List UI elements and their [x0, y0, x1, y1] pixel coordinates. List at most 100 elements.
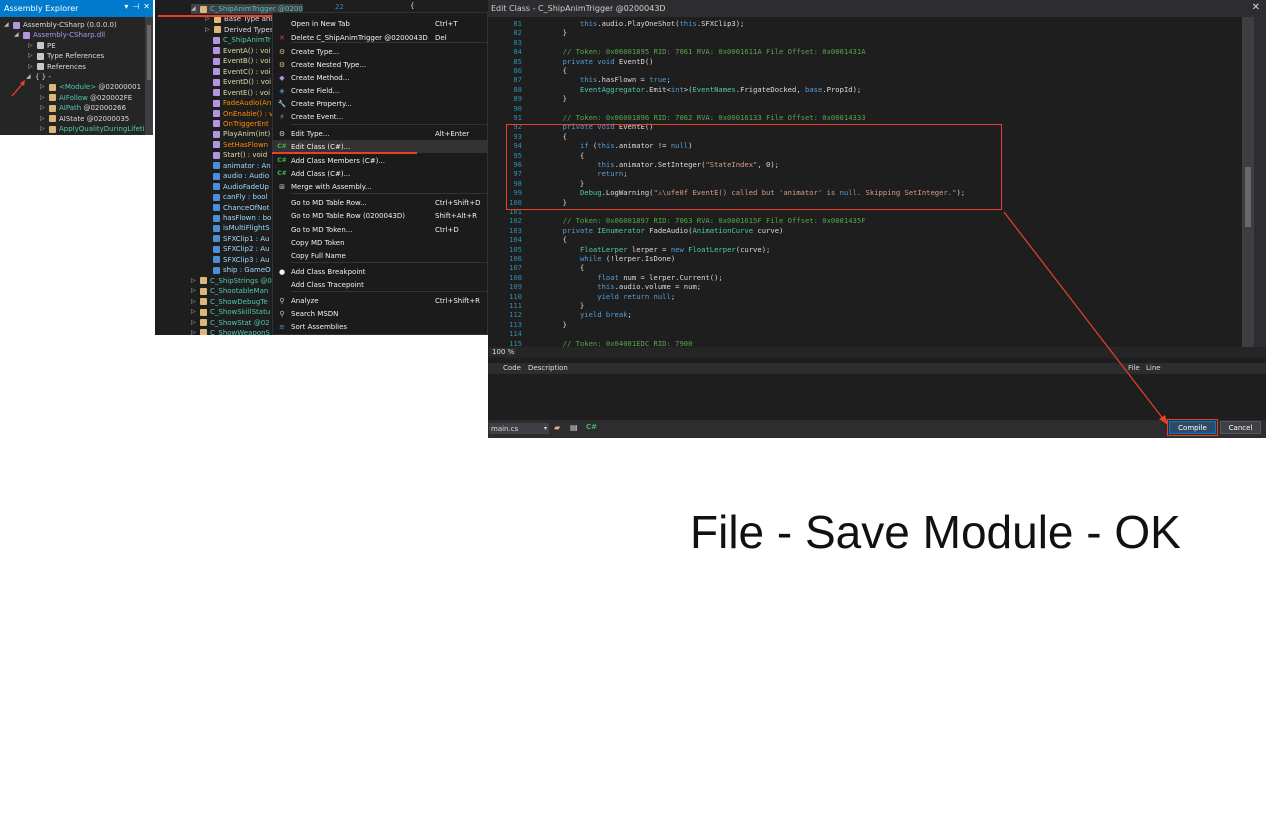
tree-item[interactable]: OnTriggerEnt	[213, 119, 269, 129]
tree-item[interactable]: audio : Audio	[213, 171, 269, 181]
menu-item[interactable]: Copy Full Name	[273, 249, 487, 262]
tree-item[interactable]: Start() : void	[213, 150, 267, 160]
tree-item[interactable]: ▷ C_ShootableMan	[191, 286, 268, 296]
expand-icon[interactable]: ▷	[191, 318, 197, 328]
tree-item[interactable]: ▷ C_ShowSkillStatu	[191, 307, 270, 317]
tree-item[interactable]: ▷ AIState @02000035	[40, 114, 129, 124]
tree-item[interactable]: ◢ Assembly-CSharp (0.0.0.0)	[4, 20, 117, 30]
tree-item[interactable]: ▷ AIPath @02000266	[40, 103, 126, 113]
tree-item[interactable]: SetHasFlown	[213, 140, 268, 150]
tree-item[interactable]: EventE() : voi	[213, 88, 270, 98]
menu-item[interactable]: ⚲ Search MSDN	[273, 307, 487, 320]
tree-item[interactable]: EventA() : voi	[213, 46, 270, 56]
tree-item[interactable]: ▷ References	[28, 62, 86, 72]
code-text: yield break;	[579, 310, 632, 320]
tree-item[interactable]: PlayAnim(int)	[213, 129, 270, 139]
tree-item[interactable]: SFXClip1 : Au	[213, 234, 269, 244]
tree-item[interactable]: ship : GameO	[213, 265, 271, 275]
expand-collapse-icon[interactable]: ◢	[14, 30, 20, 40]
column-line[interactable]: Line	[1146, 364, 1161, 372]
expand-icon[interactable]: ▷	[191, 307, 197, 317]
menu-item[interactable]: ⚙ Create Nested Type...	[273, 58, 487, 71]
tree-item[interactable]: ▷ C_ShowStat @02	[191, 318, 270, 328]
open-folder-icon[interactable]: ▰	[554, 423, 560, 432]
pin-icon[interactable]: ⊣	[132, 2, 139, 11]
menu-item[interactable]: 🔧 Create Property...	[273, 97, 487, 110]
expand-icon[interactable]: ◢	[191, 4, 197, 14]
menu-item[interactable]: ◈ Create Field...	[273, 84, 487, 97]
expand-collapse-icon[interactable]: ◢	[4, 20, 10, 30]
tree-item[interactable]: ChanceOfNot	[213, 203, 269, 213]
zoom-level[interactable]: 100 %	[490, 348, 517, 356]
expand-icon[interactable]: ▷	[40, 114, 46, 124]
menu-item[interactable]: ≡ Sort Assemblies	[273, 320, 487, 333]
cancel-button[interactable]: Cancel	[1220, 421, 1261, 434]
expand-icon[interactable]: ▷	[191, 328, 197, 335]
menu-item[interactable]: C# Add Class Members (C#)...	[273, 154, 487, 167]
menu-item[interactable]: ◆ Create Method...	[273, 71, 487, 84]
tree-item[interactable]: ▷ C_ShowDebugTe	[191, 297, 268, 307]
tree-item[interactable]: SFXClip2 : Au	[213, 244, 269, 254]
expand-icon[interactable]: ▷	[28, 41, 34, 51]
menu-item[interactable]: Copy MD Token	[273, 236, 487, 249]
column-code[interactable]: Code	[503, 364, 521, 372]
code-text: private IEnumerator FadeAudio(AnimationC…	[562, 225, 784, 235]
csharp-icon[interactable]: C#	[586, 423, 597, 431]
tree-item[interactable]: ◢ Assembly-CSharp.dll	[14, 30, 105, 40]
expand-icon[interactable]: ▷	[40, 124, 46, 134]
tree-item[interactable]: ▷ PE	[28, 41, 56, 51]
menu-item[interactable]: Go to MD Table Row... Ctrl+Shift+D	[273, 196, 487, 209]
tree-item[interactable]: ▷ C_ShowWeaponS	[191, 328, 270, 335]
expand-icon[interactable]: ▷	[191, 276, 197, 286]
tree-item[interactable]: OnEnable() : v	[213, 109, 273, 119]
chevron-down-icon: ▾	[543, 425, 547, 432]
expand-icon[interactable]: ▷	[28, 51, 34, 61]
scrollbar[interactable]	[145, 17, 153, 135]
tree-item[interactable]: ▷ Type References	[28, 51, 104, 61]
expand-icon[interactable]: ▷	[191, 286, 197, 296]
tree-item[interactable]: ▷ C_ShipStrings @0	[191, 276, 272, 286]
tree-item[interactable]: ▷ ApplyQualityDuringLifetim	[40, 124, 151, 134]
menu-item[interactable]: Go to MD Token... Ctrl+D	[273, 223, 487, 236]
tree-item[interactable]: FadeAudio(An	[213, 98, 271, 108]
menu-item[interactable]: ⚙ Create Type...	[273, 45, 487, 58]
column-file[interactable]: File	[1128, 364, 1140, 372]
tree-item[interactable]: ◢{ } -	[26, 72, 51, 82]
expand-icon[interactable]: ▷	[40, 103, 46, 113]
menu-item[interactable]: ⊞ Merge with Assembly...	[273, 180, 487, 193]
expand-icon[interactable]: ▷	[191, 297, 197, 307]
close-icon[interactable]: ✕	[143, 2, 150, 11]
menu-item[interactable]: ● Add Class Breakpoint	[273, 265, 487, 278]
vertical-scrollbar[interactable]	[1242, 17, 1254, 347]
tree-item[interactable]: hasFlown : bo	[213, 213, 271, 223]
tree-item[interactable]: ▷ Derived Types	[205, 25, 273, 35]
tree-item[interactable]: EventD() : voi	[213, 77, 271, 87]
tree-item[interactable]: isMultiFlightS	[213, 223, 270, 233]
chevron-down-icon[interactable]: ▾	[124, 2, 128, 11]
tree-item[interactable]: ▷ <Module> @02000001	[40, 82, 141, 92]
menu-item[interactable]: ⚲ Analyze Ctrl+Shift+R	[273, 294, 487, 307]
expand-icon[interactable]: ▷	[28, 62, 34, 72]
menu-item[interactable]: ⚙ Edit Type... Alt+Enter	[273, 127, 487, 140]
menu-item[interactable]: Add Class Tracepoint	[273, 278, 487, 291]
tree-item[interactable]: ▷ AIFollow @020002FE	[40, 93, 132, 103]
menu-item[interactable]: ✕ Delete C_ShipAnimTrigger @0200043D Del	[273, 31, 487, 44]
close-icon[interactable]: ✕	[1252, 2, 1260, 13]
tree-item[interactable]: EventB() : voi	[213, 56, 271, 66]
tree-item[interactable]: AudioFadeUp	[213, 182, 269, 192]
expand-icon[interactable]: ▷	[40, 82, 46, 92]
column-description[interactable]: Description	[528, 364, 568, 372]
tree-item[interactable]: EventC() : voi	[213, 67, 271, 77]
tree-item[interactable]: animator : An	[213, 161, 271, 171]
file-select[interactable]: main.cs ▾	[489, 423, 549, 434]
menu-item[interactable]: Go to MD Table Row (0200043D) Shift+Alt+R	[273, 209, 487, 222]
tree-item[interactable]: C_ShipAnimTr	[213, 35, 271, 45]
menu-item[interactable]: ⚡ Create Event...	[273, 110, 487, 123]
expand-icon[interactable]: ▷	[205, 25, 211, 35]
tree-item[interactable]: canFly : bool	[213, 192, 267, 202]
tree-item[interactable]: SFXClip3 : Au	[213, 255, 269, 265]
menu-item[interactable]: Open in New Tab Ctrl+T	[273, 17, 487, 30]
expand-icon[interactable]: ▷	[40, 93, 46, 103]
menu-item[interactable]: C# Add Class (C#)...	[273, 167, 487, 180]
library-icon[interactable]: ▤	[570, 423, 578, 432]
